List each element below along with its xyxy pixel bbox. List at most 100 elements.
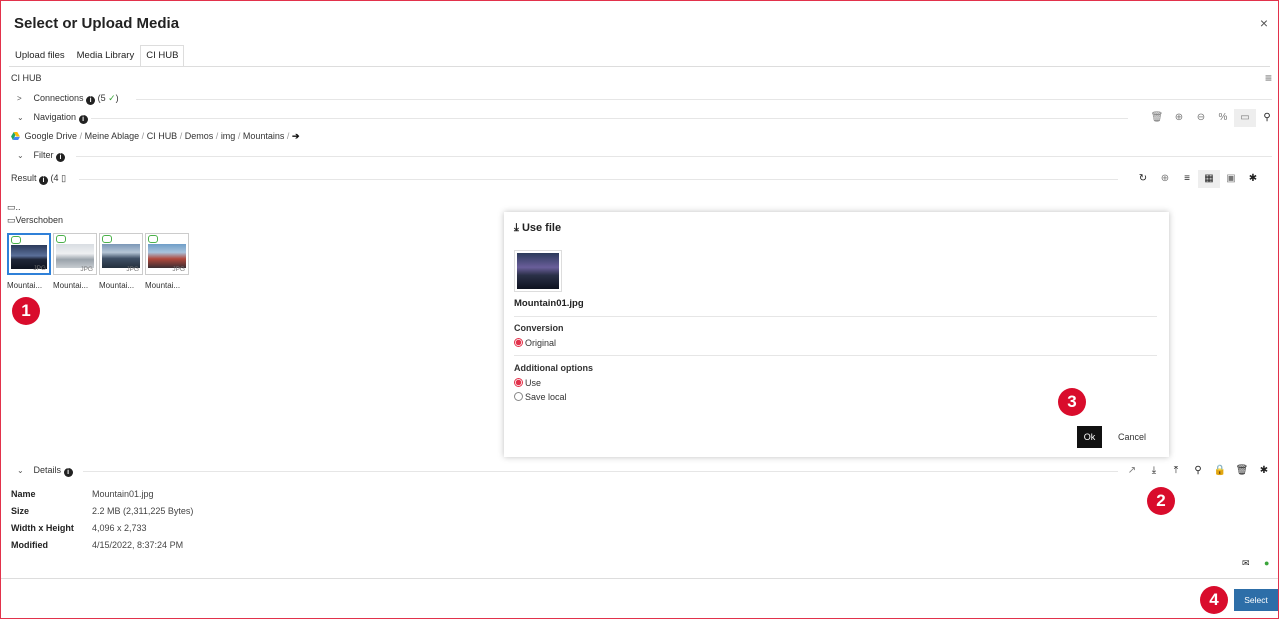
thumbnail-label: Mountai...	[145, 281, 181, 290]
search-icon[interactable]: ⚲	[1187, 462, 1209, 480]
conversion-option-original[interactable]: Original	[514, 338, 556, 348]
chevron-down-icon: ⌄	[17, 466, 24, 475]
grid-view-icon[interactable]: ▦	[1198, 170, 1220, 188]
additional-options-label: Additional options	[514, 363, 593, 373]
info-icon: i	[39, 176, 49, 185]
tabs-divider	[9, 66, 1270, 67]
lock-icon[interactable]: 🔒	[1209, 462, 1231, 480]
link-icon[interactable]: %	[1212, 109, 1234, 127]
thumbnail-label: Mountai...	[53, 281, 89, 290]
use-file-title: ⤓ Use file	[514, 222, 561, 235]
navigation-section[interactable]: ⌄ Navigation i	[17, 112, 88, 124]
divider	[79, 179, 1118, 180]
step-badge-3: 3	[1058, 388, 1086, 416]
thumbnail[interactable]: JPG	[145, 233, 189, 275]
tab-media-library[interactable]: Media Library	[71, 45, 141, 67]
folder-label: Verschoben	[15, 215, 64, 225]
folder-icon[interactable]: ▭	[1234, 109, 1256, 127]
gear-icon[interactable]: ✱	[1253, 462, 1275, 480]
breadcrumb-item[interactable]: CI HUB	[147, 131, 178, 141]
cloud-icon	[56, 235, 66, 243]
step-badge-4: 4	[1200, 586, 1228, 614]
file-type-label: JPG	[80, 266, 93, 273]
breadcrumb-item[interactable]: Demos	[185, 131, 214, 141]
breadcrumb-separator: /	[215, 131, 219, 141]
cloud-icon	[102, 235, 112, 243]
preview-image	[517, 253, 559, 289]
file-type-label: JPG	[33, 265, 46, 272]
radio-selected-icon	[514, 378, 523, 387]
thumbnail[interactable]: JPG	[7, 233, 51, 275]
folder-label: ..	[15, 202, 21, 212]
details-label: Details	[33, 465, 62, 475]
navigation-label: Navigation	[33, 112, 77, 122]
radio-selected-icon	[514, 338, 523, 347]
detail-value: 4,096 x 2,733	[92, 523, 147, 533]
result-label: Result	[11, 173, 37, 183]
thumbnail[interactable]: JPG	[53, 233, 97, 275]
info-icon: i	[78, 115, 88, 124]
detail-key: Name	[11, 489, 36, 499]
navigation-toolbar: 🗑 ⊕ ⊖ % ▭ ⚲	[1146, 109, 1278, 127]
google-drive-icon	[11, 132, 20, 140]
breadcrumb-separator: /	[141, 131, 145, 141]
tab-bar: Upload files Media Library CI HUB	[9, 45, 185, 67]
detail-value: 2.2 MB (2,311,225 Bytes)	[92, 506, 194, 516]
filter-section[interactable]: ⌄ Filter i	[17, 150, 66, 162]
connections-section[interactable]: > Connections i (5 ✓)	[17, 93, 119, 105]
thumbnail-image	[56, 244, 94, 268]
dialog-title: Select or Upload Media	[14, 15, 180, 32]
user-icon[interactable]: ●	[1264, 558, 1269, 568]
menu-icon[interactable]: ≡	[1265, 71, 1272, 85]
cancel-button[interactable]: Cancel	[1118, 432, 1146, 442]
option-use[interactable]: Use	[514, 378, 541, 388]
detail-key: Size	[11, 506, 30, 516]
details-section[interactable]: ⌄ Details i	[17, 465, 73, 477]
external-link-icon[interactable]: ↗	[1121, 462, 1143, 480]
thumbnail-image	[148, 244, 186, 268]
breadcrumb-separator: /	[237, 131, 241, 141]
result-count: (4	[50, 173, 59, 183]
download-icon[interactable]: ⤓	[1143, 462, 1165, 480]
radio-label: Original	[525, 338, 557, 348]
upload-icon[interactable]: ⤒	[1165, 462, 1187, 480]
breadcrumb-item[interactable]: Meine Ablage	[85, 131, 140, 141]
use-file-dialog: ⤓ Use file Mountain01.jpg Conversion Ori…	[504, 212, 1169, 457]
breadcrumb-item[interactable]: img	[221, 131, 236, 141]
gear-icon[interactable]: ✱	[1242, 170, 1264, 188]
arrow-right-icon[interactable]: ➔	[292, 131, 300, 141]
thumbnail[interactable]: JPG	[99, 233, 143, 275]
option-save-local[interactable]: Save local	[514, 392, 567, 402]
folder-item[interactable]: ▭Verschoben	[7, 215, 63, 226]
folder-up-item[interactable]: ▭..	[7, 202, 21, 213]
ok-button[interactable]: Ok	[1077, 426, 1102, 448]
close-icon[interactable]: ×	[1260, 15, 1268, 31]
breadcrumb-item[interactable]: Mountains	[243, 131, 285, 141]
add-icon[interactable]: ⊕	[1154, 170, 1176, 188]
tab-upload-files[interactable]: Upload files	[9, 45, 71, 67]
add-icon[interactable]: ⊕	[1168, 109, 1190, 127]
preview-filename: Mountain01.jpg	[514, 298, 584, 309]
chevron-right-icon: >	[17, 94, 22, 103]
zoom-icon[interactable]: ⊖	[1190, 109, 1212, 127]
refresh-icon[interactable]: ↻	[1132, 170, 1154, 188]
trash-icon[interactable]: 🗑	[1231, 462, 1253, 480]
thumbnail-image	[102, 244, 140, 268]
search-icon[interactable]: ⚲	[1256, 109, 1278, 127]
connections-count: (5	[97, 93, 106, 103]
select-button[interactable]: Select	[1234, 589, 1278, 611]
trash-icon[interactable]: 🗑	[1146, 109, 1168, 127]
connections-close: )	[115, 93, 119, 103]
cloud-icon	[11, 236, 21, 244]
list-view-icon[interactable]: ≡	[1176, 170, 1198, 188]
breadcrumb-separator: /	[179, 131, 183, 141]
breadcrumb-item[interactable]: Google Drive	[25, 131, 78, 141]
radio-icon	[514, 392, 523, 401]
mail-icon[interactable]: ✉	[1242, 558, 1250, 569]
divider	[91, 118, 1128, 119]
divider	[514, 355, 1157, 356]
card-view-icon[interactable]: ▣	[1220, 170, 1242, 188]
media-dialog: Select or Upload Media × Upload files Me…	[0, 0, 1279, 619]
tab-ci-hub[interactable]: CI HUB	[140, 45, 185, 67]
divider	[136, 99, 1272, 100]
